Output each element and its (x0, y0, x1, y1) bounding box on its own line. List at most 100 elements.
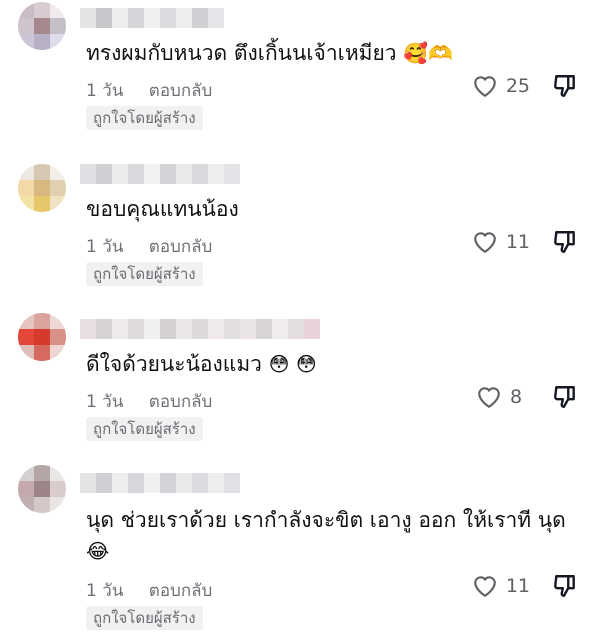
avatar-pixel (50, 2, 66, 18)
avatar-pixel (50, 313, 66, 329)
like-button[interactable]: 11 (472, 574, 530, 598)
username-pixel (304, 319, 320, 339)
username-pixel (96, 319, 112, 339)
reply-button[interactable]: ตอบกลับ (149, 392, 213, 412)
emoji-group: 🥰🫶 (403, 41, 454, 65)
avatar-pixel (18, 2, 34, 18)
liked-by-creator-badge: ถูกใจโดยผู้สร้าง (86, 606, 203, 630)
avatar-pixel (18, 329, 34, 345)
avatar-pixel (18, 164, 34, 180)
avatar-pixel (34, 180, 50, 196)
avatar-pixel (34, 465, 50, 481)
heart-icon (473, 232, 496, 254)
username-pixel (144, 164, 160, 184)
username-pixel (112, 8, 128, 28)
avatar-pixel (50, 345, 66, 361)
avatar-pixel (50, 18, 66, 34)
username-pixel (80, 8, 96, 28)
like-button[interactable]: 8 (476, 385, 530, 409)
reply-button[interactable]: ตอบกลับ (149, 81, 213, 101)
username-pixel (160, 473, 176, 493)
laughing-emoji: 😂 (86, 539, 110, 563)
username-pixel (144, 473, 160, 493)
username-pixel (176, 319, 192, 339)
timestamp: 1 วัน (86, 81, 124, 101)
username-pixel (224, 473, 240, 493)
username-pixel (208, 319, 224, 339)
reply-button[interactable]: ตอบกลับ (149, 581, 213, 601)
username-pixel (112, 473, 128, 493)
like-count: 8 (510, 386, 523, 408)
timestamp: 1 วัน (86, 237, 124, 257)
avatar[interactable] (18, 164, 66, 212)
username-pixel (208, 164, 224, 184)
avatar-pixel (18, 180, 34, 196)
avatar-pixel (50, 465, 66, 481)
avatar[interactable] (18, 2, 66, 50)
username-pixel (192, 164, 208, 184)
avatar-pixel (50, 34, 66, 50)
username-pixel (192, 473, 208, 493)
username-pixel (96, 164, 112, 184)
username-pixel (176, 164, 192, 184)
dislike-icon[interactable] (552, 229, 578, 255)
username-pixel (288, 319, 304, 339)
avatar-pixel (34, 34, 50, 50)
username-pixel (224, 164, 240, 184)
username-pixel (160, 319, 176, 339)
comment-text-body: นุด ช่วยเราด้วย เรากำลังจะขิต เอางู ออก … (86, 508, 566, 532)
username-pixel (128, 8, 144, 28)
username-pixel (128, 164, 144, 184)
liked-by-creator-badge: ถูกใจโดยผู้สร้าง (86, 106, 203, 130)
username-blurred[interactable] (80, 8, 224, 28)
username-blurred[interactable] (80, 319, 320, 339)
heart-icon (473, 576, 496, 598)
like-count: 11 (505, 575, 530, 597)
timestamp: 1 วัน (86, 581, 124, 601)
avatar-pixel (50, 196, 66, 212)
avatar-pixel (18, 497, 34, 513)
comment-text: ขอบคุณแทนน้อง (86, 194, 239, 225)
avatar-pixel (34, 18, 50, 34)
avatar-pixel (18, 34, 34, 50)
avatar[interactable] (18, 465, 66, 513)
like-button[interactable]: 11 (472, 230, 530, 254)
username-pixel (80, 319, 96, 339)
dislike-icon[interactable] (552, 384, 578, 410)
avatar[interactable] (18, 313, 66, 361)
avatar-pixel (34, 313, 50, 329)
comment-text-body: ทรงผมกับหนวด ตึงเกิ้นนเจ้าเหมียว (86, 41, 397, 65)
username-pixel (128, 473, 144, 493)
reply-button[interactable]: ตอบกลับ (149, 237, 213, 257)
username-pixel (208, 8, 224, 28)
avatar-pixel (18, 196, 34, 212)
username-blurred[interactable] (80, 473, 240, 493)
avatar-pixel (50, 481, 66, 497)
avatar-pixel (34, 497, 50, 513)
liked-by-creator-badge: ถูกใจโดยผู้สร้าง (86, 262, 203, 286)
dislike-icon[interactable] (552, 73, 578, 99)
avatar-pixel (18, 313, 34, 329)
heart-icon (473, 76, 496, 98)
username-pixel (176, 473, 192, 493)
username-pixel (112, 164, 128, 184)
avatar-pixel (50, 180, 66, 196)
username-pixel (80, 473, 96, 493)
avatar-pixel (34, 164, 50, 180)
like-count: 25 (505, 75, 530, 97)
comment-meta: 1 วัน ตอบกลับ (86, 77, 212, 104)
avatar-pixel (18, 465, 34, 481)
avatar-pixel (34, 196, 50, 212)
avatar-pixel (18, 345, 34, 361)
username-pixel (160, 8, 176, 28)
dislike-icon[interactable] (552, 573, 578, 599)
avatar-pixel (50, 497, 66, 513)
like-button[interactable]: 25 (472, 74, 530, 98)
username-blurred[interactable] (80, 164, 240, 184)
avatar-pixel (34, 2, 50, 18)
avatar-pixel (34, 329, 50, 345)
username-pixel (80, 164, 96, 184)
avatar-pixel (34, 345, 50, 361)
comment-text-body: ดีใจด้วยนะน้องแมว (86, 352, 262, 376)
username-pixel (144, 319, 160, 339)
